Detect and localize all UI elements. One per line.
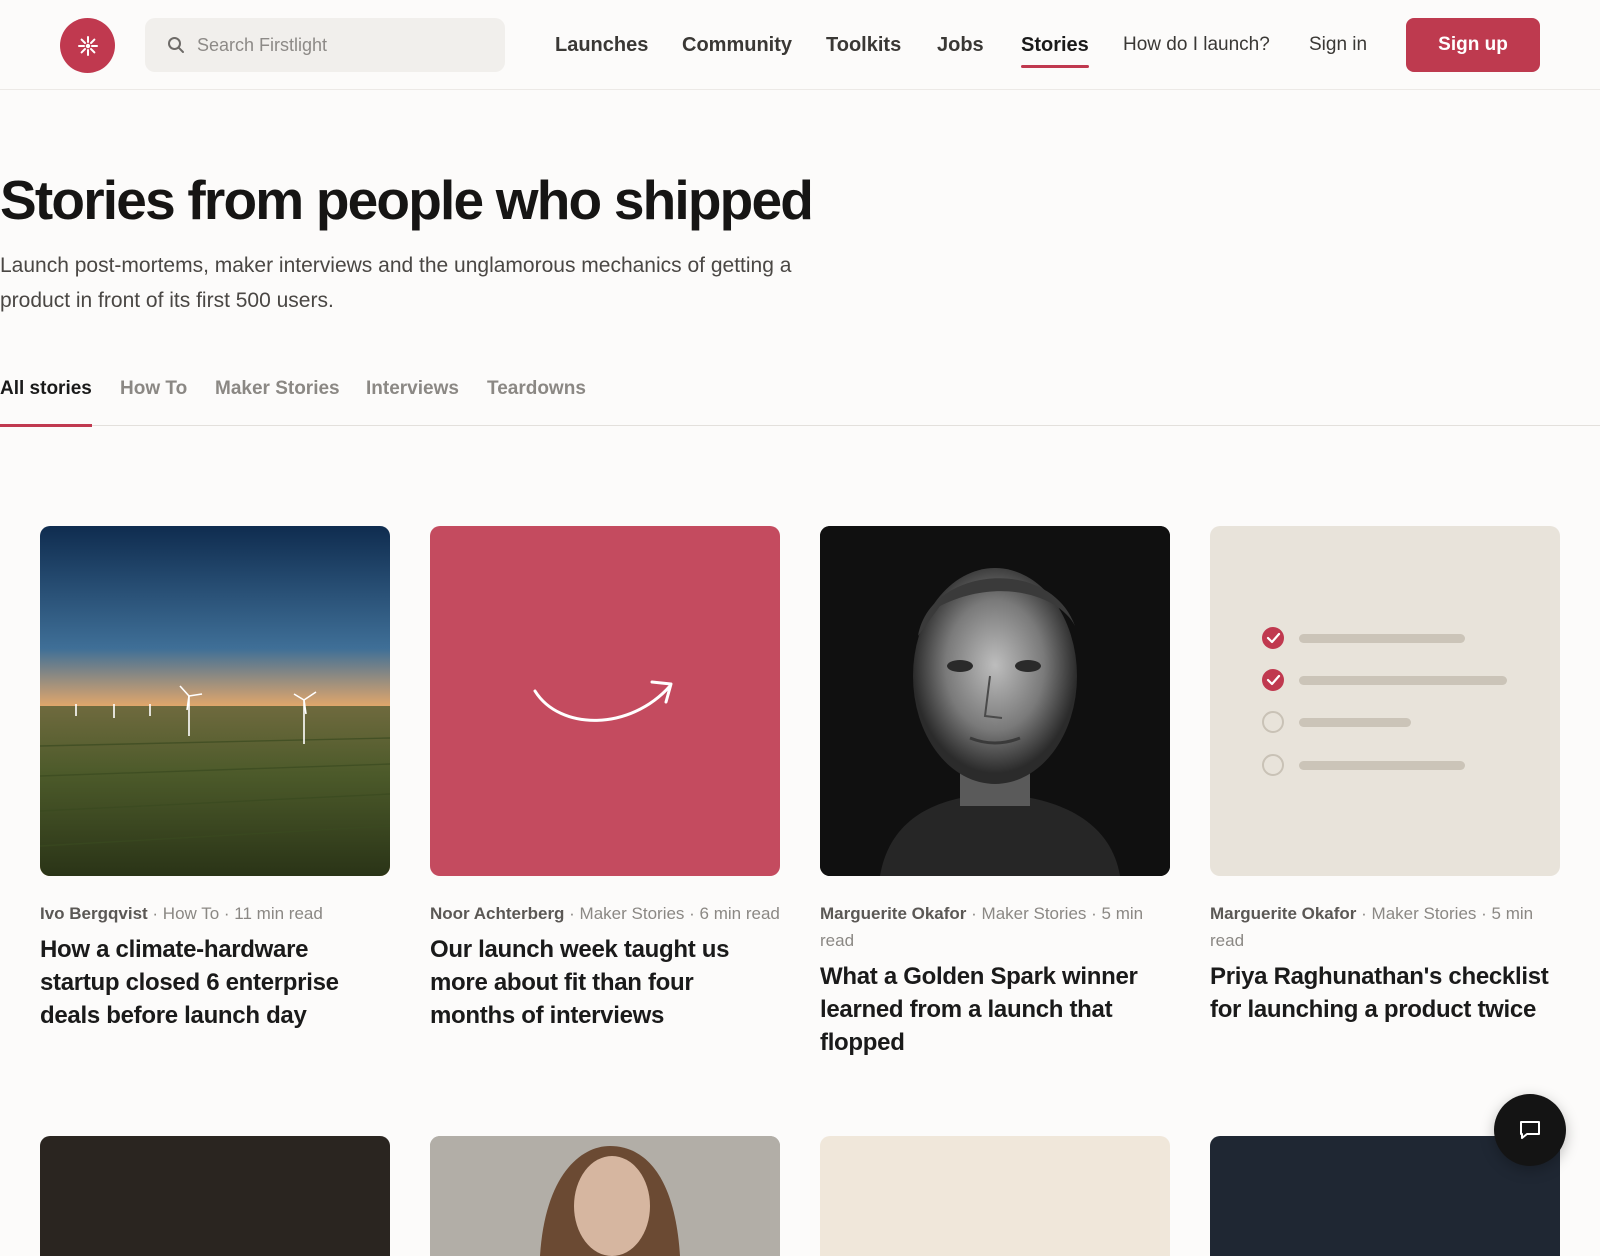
nav-stories[interactable]: Stories bbox=[1021, 0, 1089, 90]
story-title[interactable]: Our launch week taught us more about fit… bbox=[430, 933, 780, 1032]
nav-community[interactable]: Community bbox=[682, 0, 792, 90]
firstlight-logo[interactable] bbox=[60, 18, 115, 73]
story-card[interactable]: Noor Achterberg · Maker Stories · 6 min … bbox=[430, 526, 780, 1032]
story-title[interactable]: How a climate-hardware startup closed 6 … bbox=[40, 933, 390, 1032]
story-author[interactable]: Ivo Bergqvist bbox=[40, 904, 148, 923]
story-thumbnail bbox=[820, 1136, 1170, 1256]
story-category-tabs: All stories How To Maker Stories Intervi… bbox=[0, 372, 1600, 427]
search-input[interactable] bbox=[197, 34, 497, 56]
checklist-illustration bbox=[1210, 526, 1560, 876]
wind-farm-sunset-photo bbox=[40, 526, 390, 876]
smile-arrow-illustration bbox=[430, 526, 780, 876]
story-title[interactable]: What a Golden Spark winner learned from … bbox=[820, 960, 1170, 1059]
tab-all-stories[interactable]: All stories bbox=[0, 378, 92, 427]
chat-button[interactable] bbox=[1494, 1094, 1566, 1166]
story-thumbnail bbox=[40, 1136, 390, 1256]
top-navigation-bar: Launches Community Toolkits Jobs Stories… bbox=[0, 0, 1600, 90]
search-icon bbox=[168, 37, 184, 53]
search-box[interactable] bbox=[145, 18, 505, 72]
story-author[interactable]: Marguerite Okafor bbox=[1210, 904, 1356, 923]
sign-in-link[interactable]: Sign in bbox=[1309, 0, 1367, 90]
story-meta: Ivo Bergqvist · How To · 11 min read bbox=[40, 900, 390, 927]
tab-how-to[interactable]: How To bbox=[120, 378, 187, 426]
story-category-readtime: · How To · 11 min read bbox=[147, 904, 323, 923]
story-card[interactable] bbox=[430, 1136, 780, 1256]
page-subtitle: Launch post-mortems, maker interviews an… bbox=[0, 254, 792, 312]
story-card[interactable] bbox=[40, 1136, 390, 1256]
spark-icon bbox=[77, 35, 98, 56]
story-meta: Marguerite Okafor · Maker Stories · 5 mi… bbox=[820, 900, 1170, 954]
story-meta: Noor Achterberg · Maker Stories · 6 min … bbox=[430, 900, 780, 927]
story-title[interactable]: Priya Raghunathan's checklist for launch… bbox=[1210, 960, 1560, 1026]
story-meta: Marguerite Okafor · Maker Stories · 5 mi… bbox=[1210, 900, 1560, 954]
portrait-photo bbox=[820, 526, 1170, 876]
story-author[interactable]: Marguerite Okafor bbox=[820, 904, 966, 923]
chat-bubble-icon bbox=[1520, 1121, 1540, 1139]
story-card[interactable]: Marguerite Okafor · Maker Stories · 5 mi… bbox=[1210, 526, 1560, 1026]
tab-interviews[interactable]: Interviews bbox=[366, 378, 459, 426]
story-card[interactable]: Ivo Bergqvist · How To · 11 min read How… bbox=[40, 526, 390, 1032]
nav-jobs[interactable]: Jobs bbox=[937, 0, 984, 90]
tab-teardowns[interactable]: Teardowns bbox=[487, 378, 586, 426]
story-card[interactable] bbox=[820, 1136, 1170, 1256]
story-card[interactable]: Marguerite Okafor · Maker Stories · 5 mi… bbox=[820, 526, 1170, 1059]
story-thumbnail bbox=[430, 1136, 780, 1256]
story-category-readtime: · Maker Stories · 6 min read bbox=[564, 904, 780, 923]
nav-toolkits[interactable]: Toolkits bbox=[826, 0, 901, 90]
story-author[interactable]: Noor Achterberg bbox=[430, 904, 564, 923]
nav-how-do-i-launch[interactable]: How do I launch? bbox=[1123, 0, 1270, 90]
page-title: Stories from people who shipped bbox=[0, 169, 814, 231]
sign-up-button[interactable]: Sign up bbox=[1406, 18, 1540, 72]
nav-launches[interactable]: Launches bbox=[555, 0, 648, 90]
tab-maker-stories[interactable]: Maker Stories bbox=[215, 378, 340, 426]
